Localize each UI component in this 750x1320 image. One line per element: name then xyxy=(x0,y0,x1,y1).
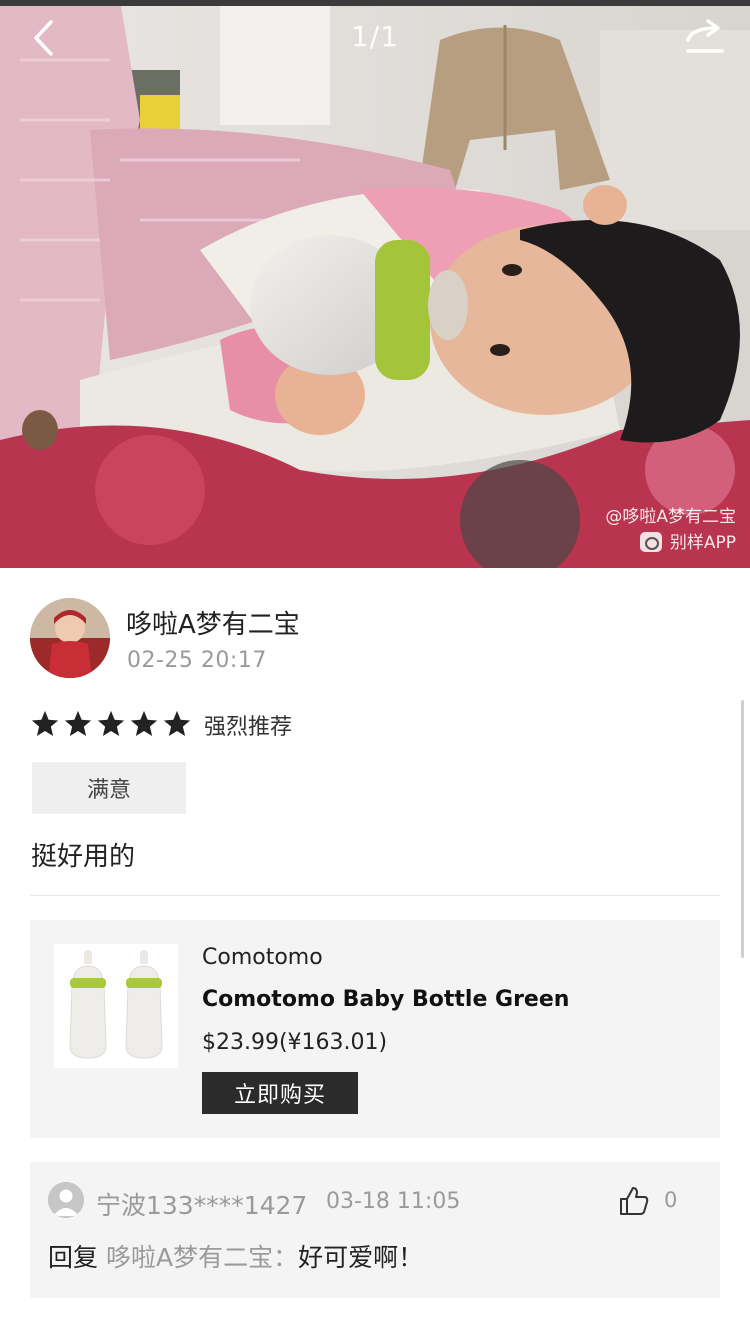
scrollbar[interactable] xyxy=(741,700,744,958)
review-photo[interactable]: 1/1 @哆啦A梦有二宝 别样APP xyxy=(0,0,750,568)
reply-prefix: 回复 xyxy=(48,1243,99,1272)
like-button[interactable] xyxy=(618,1185,650,1217)
baby-photo-image xyxy=(0,0,750,568)
image-counter: 1/1 xyxy=(350,20,400,53)
star-icon xyxy=(97,710,125,736)
product-card[interactable]: Comotomo Comotomo Baby Bottle Green $23.… xyxy=(30,920,720,1138)
share-icon xyxy=(686,19,724,53)
watermark-app-name: 别样APP xyxy=(669,533,736,553)
reply-target[interactable]: 哆啦A梦有二宝： xyxy=(106,1243,298,1272)
share-button[interactable] xyxy=(682,18,730,58)
watermark-app: 别样APP xyxy=(605,530,736,556)
comment-time: 03-18 11:05 xyxy=(326,1189,461,1214)
avatar-image xyxy=(30,598,110,678)
product-brand: Comotomo xyxy=(202,945,323,970)
product-name[interactable]: Comotomo Baby Bottle Green xyxy=(202,987,569,1012)
divider xyxy=(30,895,720,896)
rating-label: 强烈推荐 xyxy=(204,715,293,740)
like-count: 0 xyxy=(664,1188,678,1212)
buy-now-button[interactable]: 立即购买 xyxy=(202,1072,358,1114)
review-text: 挺好用的 xyxy=(31,842,136,872)
reviewer-name[interactable]: 哆啦A梦有二宝 xyxy=(126,604,300,641)
photo-watermark: @哆啦A梦有二宝 别样APP xyxy=(605,504,736,556)
reviewer-avatar[interactable] xyxy=(30,598,110,678)
star-icon xyxy=(130,710,158,736)
watermark-author: @哆啦A梦有二宝 xyxy=(605,507,736,527)
product-image[interactable] xyxy=(54,944,178,1068)
comment-text: 好可爱啊！ xyxy=(298,1243,424,1272)
star-icon xyxy=(31,710,59,736)
star-icon xyxy=(64,710,92,736)
product-price: $23.99(¥163.01) xyxy=(202,1030,388,1055)
star-rating xyxy=(30,708,195,740)
comment-body: 回复 哆啦A梦有二宝：好可爱啊！ xyxy=(48,1238,423,1274)
review-time: 02-25 20:17 xyxy=(127,648,267,673)
star-icon xyxy=(163,710,191,736)
baby-bottles-image xyxy=(69,950,163,1059)
commenter-avatar[interactable] xyxy=(48,1182,84,1218)
default-user-icon xyxy=(48,1182,84,1218)
status-strip xyxy=(0,0,750,6)
satisfaction-tag: 满意 xyxy=(32,762,186,814)
app-logo-icon xyxy=(639,532,662,552)
thumbs-up-icon xyxy=(620,1187,649,1215)
commenter-name[interactable]: 宁波133****1427 xyxy=(96,1186,307,1222)
comment-item: 宁波133****1427 03-18 11:05 0 回复 哆啦A梦有二宝：好… xyxy=(30,1162,720,1298)
